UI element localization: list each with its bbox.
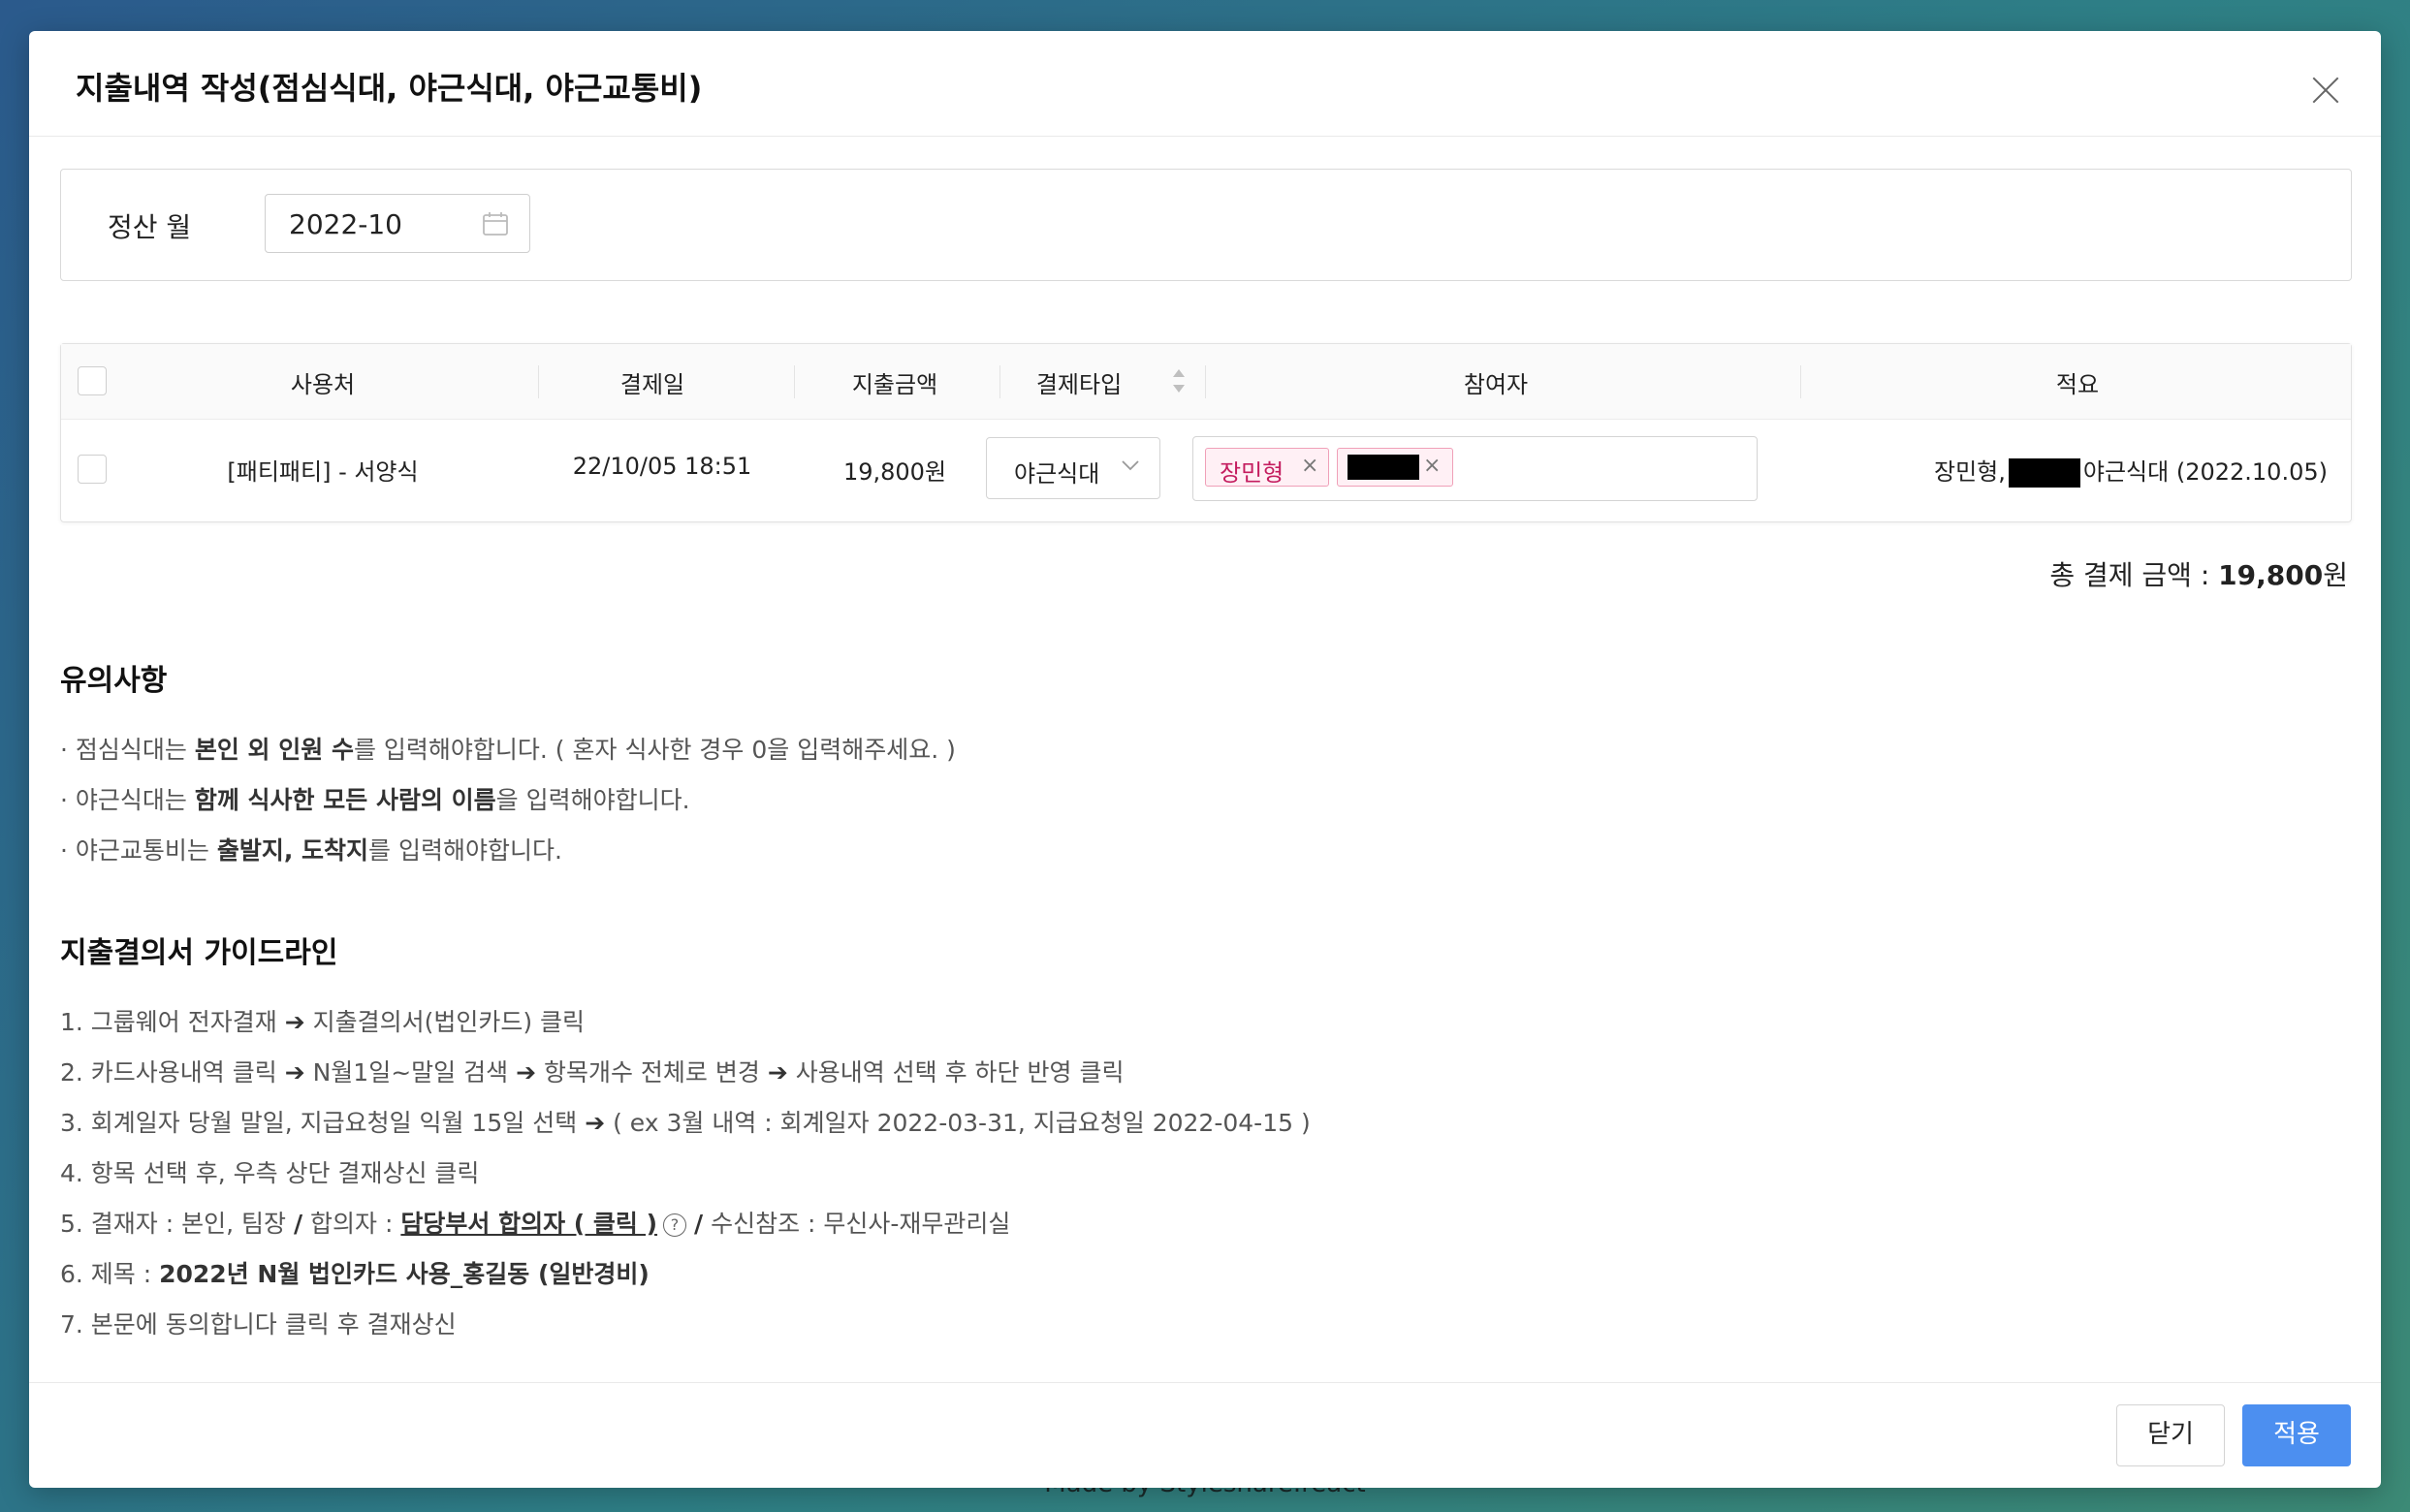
apply-button[interactable]: 적용 xyxy=(2242,1404,2351,1466)
memo-redacted xyxy=(2008,458,2080,488)
participants-input[interactable]: 장민형 × × xyxy=(1192,436,1758,501)
guide-title: 지출결의서 가이드라인 xyxy=(60,936,338,970)
notice-item: · 야근교통비는 출발지, 도착지를 입력해야합니다. xyxy=(60,836,562,865)
settlement-month-label: 정산 월 xyxy=(108,211,192,243)
month-value: 2022-10 xyxy=(289,208,402,240)
row-memo: 장민형, 야근식대 (2022.10.05) xyxy=(1922,453,2339,488)
approver-link[interactable]: 담당부서 합의자 ( 클릭 ) xyxy=(400,1210,657,1238)
pay-type-value: 야근식대 xyxy=(1014,460,1100,488)
total-value: 19,800 xyxy=(2218,559,2324,591)
header-place: 사용처 xyxy=(290,371,356,398)
expense-modal: 지출내역 작성(점심식대, 야근식대, 야근교통비) 정산 월 2022-10 … xyxy=(29,31,2381,1488)
remove-tag-icon[interactable]: × xyxy=(1423,454,1441,478)
modal-footer: 닫기 적용 xyxy=(29,1382,2381,1488)
column-divider xyxy=(538,365,539,398)
calendar-icon xyxy=(483,212,508,236)
chevron-down-icon xyxy=(1122,460,1139,471)
total-unit: 원 xyxy=(2323,559,2348,591)
guide-step-7: 7. 본문에 동의합니다 클릭 후 결재상신 xyxy=(60,1310,457,1339)
row-place: [패티패티] - 서양식 xyxy=(227,458,419,486)
header-pay-type[interactable]: 결제타입 xyxy=(1006,365,1152,399)
guide-step-3: 3. 회계일자 당월 말일, 지급요청일 익월 15일 선택 ➔ ( ex 3월… xyxy=(60,1109,1311,1137)
sort-icon[interactable] xyxy=(1171,367,1187,394)
modal-header: 지출내역 작성(점심식대, 야근식대, 야근교통비) xyxy=(29,31,2381,137)
help-icon[interactable]: ? xyxy=(663,1213,687,1237)
filter-panel: 정산 월 2022-10 xyxy=(60,169,2352,281)
select-all-checkbox[interactable] xyxy=(78,366,107,395)
guide-step-6: 6. 제목 : 2022년 N월 법인카드 사용_홍길동 (일반경비) xyxy=(60,1260,650,1288)
column-divider xyxy=(999,365,1000,398)
expense-table: 사용처 결제일 지출금액 결제타입 참여자 적요 [패티패티] - 서양식 22… xyxy=(60,343,2352,522)
guide-step-1: 1. 그룹웨어 전자결재 ➔ 지출결의서(법인카드) 클릭 xyxy=(60,1008,586,1036)
notice-title: 유의사항 xyxy=(60,664,168,698)
guide-step-5: 5. 결재자 : 본인, 팀장 / 합의자 : 담당부서 합의자 ( 클릭 )?… xyxy=(60,1210,1011,1238)
remove-tag-icon[interactable]: × xyxy=(1301,454,1318,478)
memo-prefix: 장민형, xyxy=(1934,458,2006,486)
notice-item: · 야근식대는 함께 식사한 모든 사람의 이름을 입력해야합니다. xyxy=(60,786,690,814)
column-divider xyxy=(1800,365,1801,398)
total-amount: 총 결제 금액 : 19,800원 xyxy=(2049,554,2348,593)
row-date: 22/10/05 18:51 xyxy=(572,453,752,480)
modal-title: 지출내역 작성(점심식대, 야근식대, 야근교통비) xyxy=(76,70,703,107)
notice-item: · 점심식대는 본인 외 인원 수를 입력해야합니다. ( 혼자 식사한 경우 … xyxy=(60,736,956,764)
header-amount: 지출금액 xyxy=(851,371,938,398)
guide-step-2: 2. 카드사용내역 클릭 ➔ N월1일~말일 검색 ➔ 항목개수 전체로 변경 … xyxy=(60,1058,1125,1087)
participant-name: 장민형 xyxy=(1220,459,1284,487)
header-memo: 적요 xyxy=(2055,371,2100,398)
column-divider xyxy=(1205,365,1206,398)
redacted-name xyxy=(1348,455,1419,480)
header-participants: 참여자 xyxy=(1463,371,1529,398)
table-header: 사용처 결제일 지출금액 결제타입 참여자 적요 xyxy=(61,344,2351,420)
guide-step-4: 4. 항목 선택 후, 우측 상단 결재상신 클릭 xyxy=(60,1159,480,1187)
month-picker[interactable]: 2022-10 xyxy=(265,194,530,253)
total-label: 총 결제 금액 : xyxy=(2049,559,2219,591)
row-amount: 19,800원 xyxy=(842,458,947,486)
pay-type-select[interactable]: 야근식대 xyxy=(986,437,1160,499)
memo-suffix: 야근식대 (2022.10.05) xyxy=(2082,458,2328,486)
close-icon[interactable] xyxy=(2311,76,2340,105)
participant-tag-redacted: × xyxy=(1337,448,1453,487)
column-divider xyxy=(794,365,795,398)
header-date: 결제일 xyxy=(619,371,685,398)
close-button[interactable]: 닫기 xyxy=(2116,1404,2225,1466)
participant-tag: 장민형 × xyxy=(1205,448,1329,487)
row-checkbox[interactable] xyxy=(78,455,107,484)
